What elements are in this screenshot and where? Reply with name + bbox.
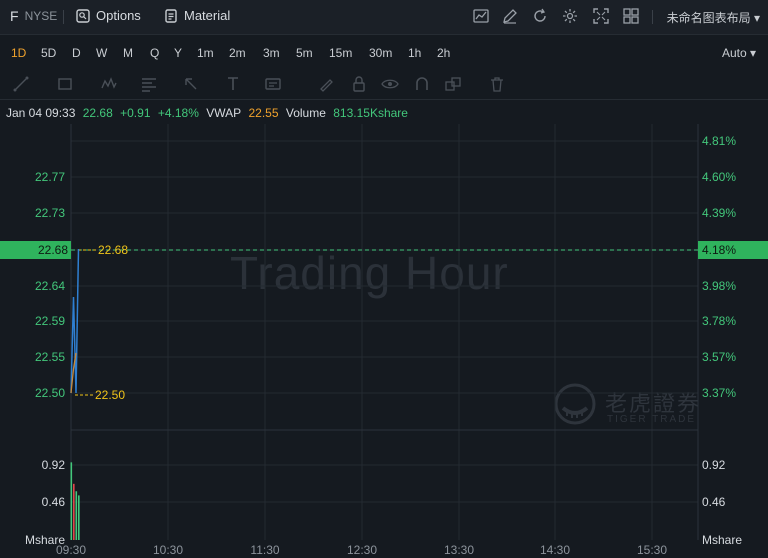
percent-axis-tick: 3.37% bbox=[702, 386, 736, 400]
time-axis-tick: 11:30 bbox=[250, 543, 279, 557]
time-axis-tick: 14:30 bbox=[540, 543, 570, 557]
price-axis-tick: 22.64 bbox=[35, 279, 65, 293]
time-axis-tick: 13:30 bbox=[444, 543, 474, 557]
time-axis-tick: 09:30 bbox=[56, 543, 86, 557]
percent-axis-tick: 4.39% bbox=[702, 206, 736, 220]
volume-axis-tick-left: 0.92 bbox=[42, 458, 66, 472]
current-price-badge-label: 22.68 bbox=[38, 243, 68, 257]
volume-axis-tick-right: 0.92 bbox=[702, 458, 726, 472]
percent-axis-tick: 3.98% bbox=[702, 279, 736, 293]
price-axis-tick: 22.55 bbox=[35, 350, 65, 364]
intraday-chart[interactable]: 22.77 22.73 22.64 22.59 22.55 22.50 4.81% 4.60%… bbox=[0, 0, 768, 558]
volume-axis-tick-left: 0.46 bbox=[42, 495, 66, 509]
percent-axis-tick: 3.57% bbox=[702, 350, 736, 364]
volume-bar bbox=[75, 491, 78, 540]
current-pct-badge-label: 4.18% bbox=[702, 243, 736, 257]
low-marker-label: 22.50 bbox=[95, 388, 125, 402]
percent-axis-tick: 4.60% bbox=[702, 170, 736, 184]
price-axis-tick: 22.77 bbox=[35, 170, 65, 184]
time-axis-tick: 10:30 bbox=[153, 543, 183, 557]
price-axis-tick: 22.73 bbox=[35, 206, 65, 220]
volume-unit-right: Mshare bbox=[702, 533, 742, 547]
volume-axis-tick-right: 0.46 bbox=[702, 495, 726, 509]
percent-axis-tick: 3.78% bbox=[702, 314, 736, 328]
volume-bar bbox=[73, 483, 75, 540]
volume-bar bbox=[78, 495, 80, 540]
volume-bar bbox=[70, 462, 73, 540]
price-axis-tick: 22.50 bbox=[35, 386, 65, 400]
time-axis-tick: 12:30 bbox=[347, 543, 377, 557]
price-axis-tick: 22.59 bbox=[35, 314, 65, 328]
price-series-line bbox=[70, 248, 80, 394]
time-axis-tick: 15:30 bbox=[637, 543, 667, 557]
percent-axis-tick: 4.81% bbox=[702, 134, 736, 148]
high-marker-label: 22.68 bbox=[98, 243, 128, 257]
